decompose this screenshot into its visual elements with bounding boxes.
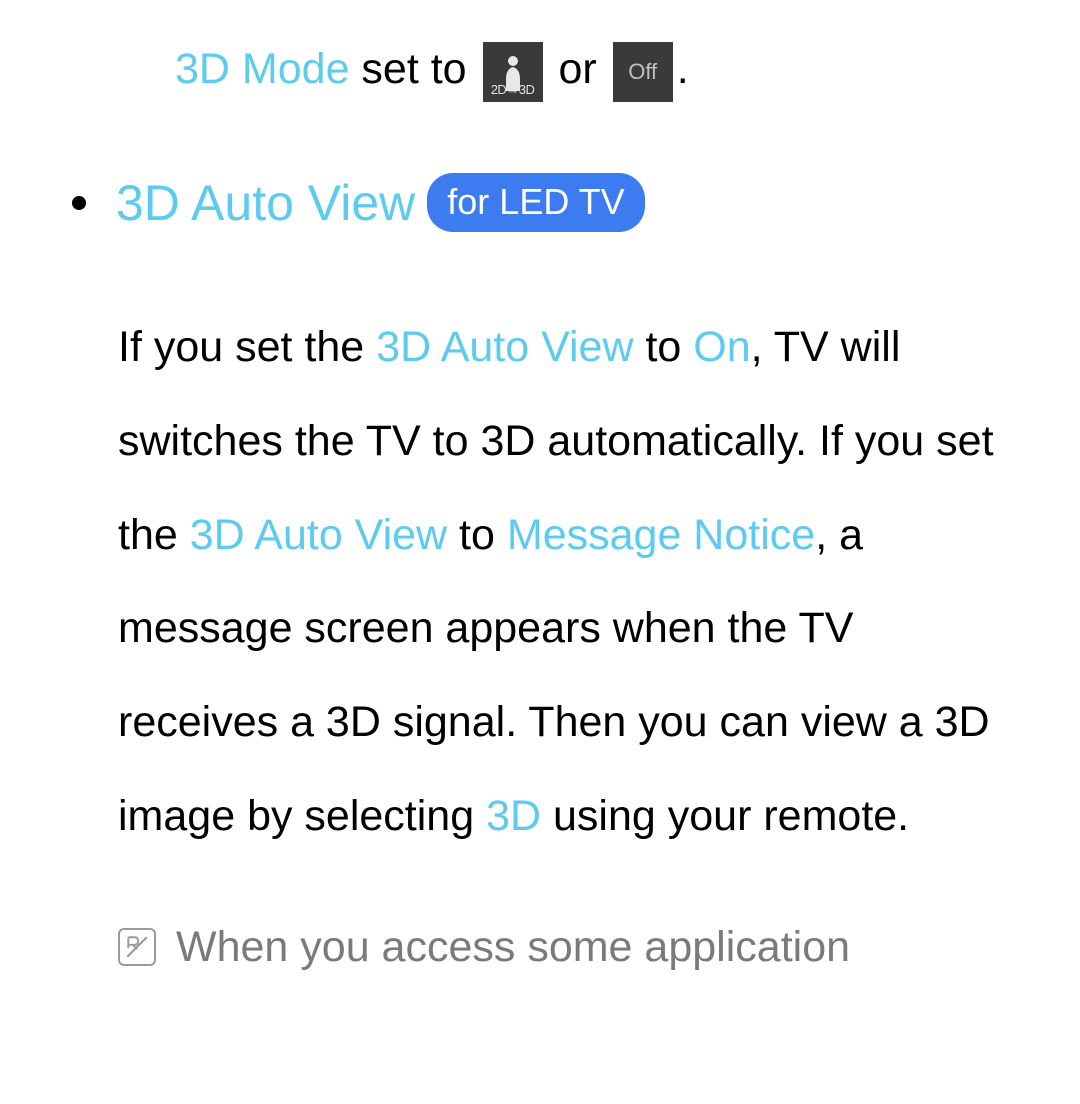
note-row: When you access some application <box>118 916 1020 978</box>
figure-glyph <box>501 46 525 82</box>
document-content: 3D Mode set to 2D→3D or Off . 3D Auto Vi… <box>0 0 1080 978</box>
icon-off: Off <box>613 42 673 102</box>
note-icon <box>118 928 156 966</box>
badge-for-led-tv: for LED TV <box>427 173 644 232</box>
label-3d-mode: 3D Mode <box>175 45 349 93</box>
bullet-3d-auto-view: 3D Auto View for LED TV <box>72 167 1020 240</box>
bullet-dot-icon <box>72 196 86 210</box>
text-set-to: set to <box>349 45 478 93</box>
text-fragment: to <box>634 323 694 371</box>
term-on: On <box>693 323 750 371</box>
text-fragment: to <box>447 511 507 559</box>
text-fragment: , a message screen appears when the TV r… <box>118 511 990 840</box>
term-3d-auto-view-2: 3D Auto View <box>190 511 447 559</box>
icon-2d3d-caption: 2D→3D <box>483 81 543 100</box>
term-3d: 3D <box>486 792 541 840</box>
icon-2d-to-3d: 2D→3D <box>483 42 543 102</box>
term-3d-auto-view: 3D Auto View <box>376 323 633 371</box>
text-fragment: using your remote. <box>541 792 909 840</box>
icon-off-caption: Off <box>628 56 657 88</box>
heading-3d-auto-view: 3D Auto View <box>116 167 415 240</box>
text-or: or <box>547 45 609 93</box>
text-fragment: If you set the <box>118 323 376 371</box>
line-3d-mode-set-to: 3D Mode set to 2D→3D or Off . <box>175 38 1020 102</box>
paragraph-body: If you set the 3D Auto View to On, TV wi… <box>118 301 1020 863</box>
term-message-notice: Message Notice <box>507 511 815 559</box>
note-text: When you access some application <box>176 916 850 978</box>
text-period: . <box>677 45 689 93</box>
